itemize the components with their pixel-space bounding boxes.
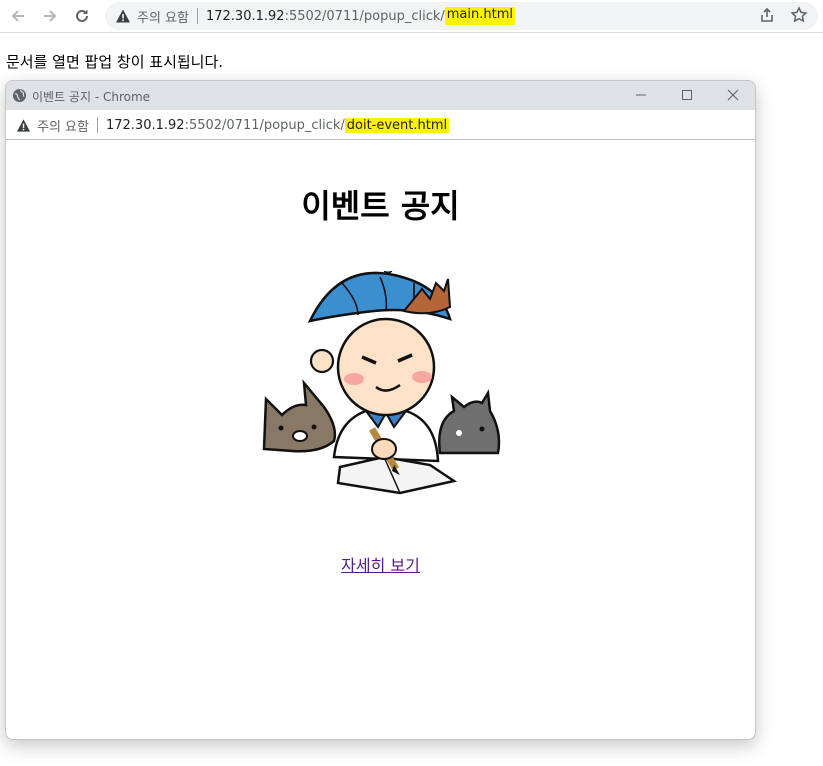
- popup-address-bar: 주의 요함 172.30.1.92:5502/0711/popup_click/…: [6, 110, 755, 140]
- security-label[interactable]: 주의 요함: [137, 7, 189, 26]
- share-icon[interactable]: [758, 6, 776, 24]
- bookmark-star-icon[interactable]: [790, 6, 808, 24]
- url-host: 172.30.1.92: [205, 8, 285, 24]
- popup-titlebar[interactable]: 이벤트 공지 - Chrome: [6, 81, 755, 110]
- globe-icon: [12, 88, 27, 103]
- detail-link-wrapper: 자세히 보기: [6, 552, 755, 576]
- popup-url-path: :5502/0711/popup_click/: [184, 117, 345, 133]
- popup-url-host: 172.30.1.92: [105, 117, 185, 133]
- popup-window-title: 이벤트 공지 - Chrome: [32, 90, 151, 104]
- forward-button[interactable]: [37, 4, 63, 28]
- close-button[interactable]: [720, 85, 746, 105]
- back-button[interactable]: [5, 4, 31, 28]
- maximize-icon: [682, 90, 692, 100]
- arrow-left-icon: [11, 10, 24, 22]
- popup-window: 이벤트 공지 - Chrome 주의 요함 172.30.1.92:5502/…: [5, 80, 756, 740]
- popup-content: 이벤트 공지 자세히 보기: [6, 141, 755, 739]
- browser-toolbar: 주의 요함 172.30.1.92:5502/0711/popup_click/…: [0, 0, 823, 33]
- popup-security-label[interactable]: 주의 요함: [37, 116, 89, 135]
- arrow-right-icon: [44, 10, 57, 22]
- warning-icon: [16, 118, 31, 132]
- reload-button[interactable]: [69, 4, 95, 28]
- maximize-button[interactable]: [674, 85, 700, 105]
- popup-address-divider: [96, 117, 98, 133]
- url-path: :5502/0711/popup_click/: [284, 8, 445, 24]
- address-divider: [196, 8, 198, 24]
- page-message: 문서를 열면 팝업 창이 표시됩니다.: [6, 53, 224, 71]
- event-heading: 이벤트 공지: [301, 187, 460, 225]
- minimize-icon: [636, 94, 646, 96]
- detail-link[interactable]: 자세히 보기: [341, 556, 420, 575]
- boy-studying-illustration: [262, 271, 501, 495]
- minimize-button[interactable]: [628, 85, 654, 105]
- url-file-highlighted: main.html: [444, 7, 515, 25]
- warning-icon: [116, 9, 130, 23]
- close-icon: [727, 89, 739, 101]
- reload-icon: [76, 9, 88, 22]
- popup-url-file-highlighted: doit-event.html: [344, 117, 450, 133]
- address-bar[interactable]: 주의 요함 172.30.1.92:5502/0711/popup_click/…: [105, 2, 818, 30]
